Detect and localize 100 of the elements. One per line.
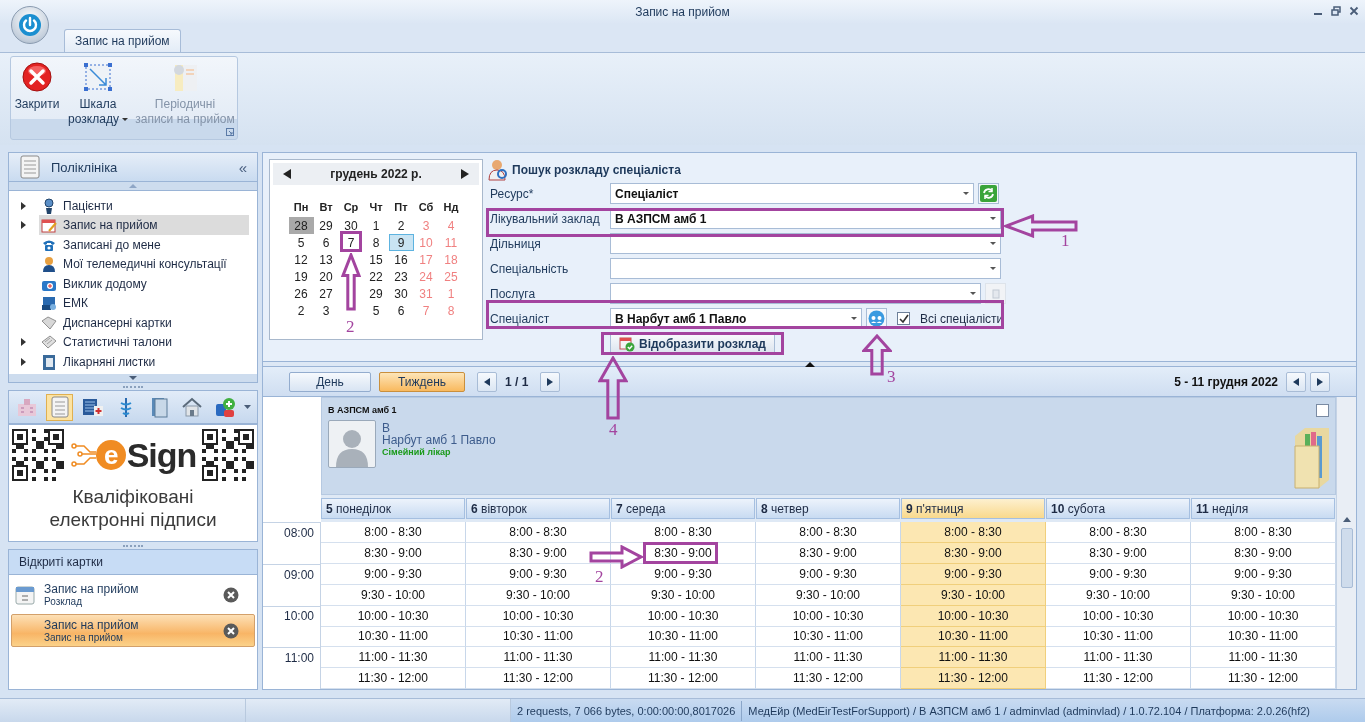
time-slot[interactable]: 10:00 - 10:30 [466, 605, 611, 627]
time-slot[interactable]: 11:30 - 12:00 [756, 668, 901, 690]
time-slot[interactable]: 11:00 - 11:30 [901, 647, 1046, 669]
dialog-launcher-icon[interactable] [226, 128, 234, 136]
calendar-day[interactable]: 6 [313, 234, 339, 251]
next-month-button[interactable] [459, 167, 471, 181]
time-slot[interactable]: 10:00 - 10:30 [901, 605, 1046, 627]
time-slot[interactable]: 8:00 - 8:30 [321, 522, 466, 544]
dropdown-caret-icon[interactable] [244, 405, 251, 409]
time-slot[interactable]: 9:00 - 9:30 [901, 564, 1046, 585]
expand-arrow-icon[interactable] [21, 221, 26, 230]
time-slot[interactable]: 9:30 - 10:00 [466, 584, 611, 606]
time-slot[interactable]: 10:00 - 10:30 [321, 605, 466, 627]
expand-arrow-icon[interactable] [21, 338, 26, 347]
power-button[interactable] [11, 6, 49, 44]
time-slot[interactable]: 11:00 - 11:30 [1046, 647, 1191, 669]
time-slot[interactable]: 10:00 - 10:30 [1046, 605, 1191, 627]
calendar-day[interactable]: 27 [313, 285, 339, 302]
time-slot[interactable]: 11:30 - 12:00 [901, 668, 1046, 690]
calendar-day[interactable]: 29 [313, 217, 339, 234]
previous-page-button[interactable] [477, 371, 497, 392]
calendar-day[interactable]: 2 [288, 302, 314, 319]
time-slot[interactable]: 8:00 - 8:30 [756, 522, 901, 544]
navigation-item[interactable]: Виклик додому [39, 273, 249, 294]
checkbox[interactable] [1316, 404, 1329, 417]
calendar-day[interactable]: 26 [288, 285, 314, 302]
time-slot[interactable]: 8:00 - 8:30 [901, 522, 1046, 544]
time-slot[interactable]: 9:00 - 9:30 [756, 564, 901, 585]
time-slot[interactable]: 8:30 - 9:00 [1046, 543, 1191, 564]
navigation-item[interactable]: Запис на прийом [39, 215, 249, 236]
calendar-day[interactable]: 15 [363, 251, 389, 268]
time-slot[interactable]: 10:30 - 11:00 [611, 626, 756, 648]
calendar-day[interactable]: 22 [363, 268, 389, 285]
time-slot[interactable]: 11:00 - 11:30 [1191, 647, 1336, 669]
time-slot[interactable]: 9:00 - 9:30 [1046, 564, 1191, 585]
dropdown-field[interactable] [610, 258, 1001, 279]
calendar-day[interactable]: 5 [363, 302, 389, 319]
time-slot[interactable]: 9:30 - 10:00 [1046, 584, 1191, 606]
calendar-day[interactable]: 16 [388, 251, 414, 268]
previous-week-button[interactable] [1286, 371, 1306, 392]
calendar-day[interactable]: 7 [338, 234, 364, 251]
expand-arrow-icon[interactable] [21, 201, 26, 210]
navigation-item[interactable]: Лікарняні листки [39, 351, 249, 372]
scrollbar-thumb[interactable] [1340, 528, 1353, 588]
close-button[interactable] [223, 622, 239, 639]
navigation-item[interactable]: Диспансерні картки [39, 312, 249, 333]
time-slot[interactable]: 10:30 - 11:00 [901, 626, 1046, 648]
time-slot[interactable]: 8:30 - 9:00 [466, 543, 611, 564]
calendar-day[interactable]: 5 [288, 234, 314, 251]
time-slot[interactable]: 8:30 - 9:00 [756, 543, 901, 564]
collapse-button[interactable]: « [238, 158, 247, 176]
dropdown-field[interactable] [610, 233, 1001, 254]
time-slot[interactable]: 11:30 - 12:00 [1191, 668, 1336, 690]
calendar-day[interactable]: 30 [338, 217, 364, 234]
calendar-day[interactable]: 13 [313, 251, 339, 268]
time-slot[interactable]: 11:00 - 11:30 [321, 647, 466, 669]
previous-month-button[interactable] [281, 167, 293, 181]
time-slot[interactable]: 8:30 - 9:00 [901, 543, 1046, 564]
checkbox[interactable] [897, 312, 910, 325]
navigation-item[interactable]: ЕМК [39, 293, 249, 314]
calendar-day[interactable]: 1 [363, 217, 389, 234]
time-slot[interactable]: 11:00 - 11:30 [756, 647, 901, 669]
scroll-up-icon[interactable] [1342, 517, 1351, 522]
time-slot[interactable]: 9:30 - 10:00 [901, 584, 1046, 606]
time-slot[interactable]: 9:00 - 9:30 [321, 564, 466, 585]
time-slot[interactable]: 10:00 - 10:30 [756, 605, 901, 627]
expand-arrow-icon[interactable] [21, 357, 26, 366]
calendar-day[interactable]: 19 [288, 268, 314, 285]
time-slot[interactable]: 11:30 - 12:00 [611, 668, 756, 690]
time-slot[interactable]: 10:30 - 11:00 [466, 626, 611, 648]
time-slot[interactable]: 9:30 - 10:00 [611, 584, 756, 606]
time-slot[interactable]: 9:00 - 9:30 [611, 564, 756, 585]
next-week-button[interactable] [1310, 371, 1330, 392]
time-slot[interactable]: 8:00 - 8:30 [611, 522, 756, 544]
dropdown-field[interactable] [610, 283, 981, 304]
dropdown-field[interactable]: Спеціаліст [610, 183, 974, 204]
time-slot[interactable]: 8:00 - 8:30 [466, 522, 611, 544]
restore-icon[interactable] [1331, 6, 1341, 16]
time-slot[interactable]: 8:00 - 8:30 [1191, 522, 1336, 544]
calendar-day[interactable]: 20 [313, 268, 339, 285]
time-slot[interactable]: 10:30 - 11:00 [756, 626, 901, 648]
time-slot[interactable]: 11:30 - 12:00 [321, 668, 466, 690]
time-slot[interactable]: 10:00 - 10:30 [611, 605, 756, 627]
calendar-day[interactable]: 12 [288, 251, 314, 268]
calendar-day[interactable]: 23 [388, 268, 414, 285]
calendar-day[interactable]: 29 [363, 285, 389, 302]
open-card[interactable]: Запис на прийом Запис на прийом [11, 614, 255, 647]
calendar-day[interactable]: 9 [388, 234, 414, 251]
scroll-down-icon[interactable] [129, 376, 137, 380]
time-slot[interactable]: 10:30 - 11:00 [1191, 626, 1336, 648]
calendar-day[interactable]: 2 [388, 217, 414, 234]
time-slot[interactable]: 8:30 - 9:00 [321, 543, 466, 564]
calendar-day[interactable]: 6 [388, 302, 414, 319]
calendar-day[interactable]: 30 [388, 285, 414, 302]
time-slot[interactable]: 10:30 - 11:00 [1046, 626, 1191, 648]
ribbon-tab[interactable]: Запис на прийом [64, 29, 181, 52]
time-slot[interactable]: 11:30 - 12:00 [1046, 668, 1191, 690]
time-slot[interactable]: 9:30 - 10:00 [756, 584, 901, 606]
calendar-day[interactable]: 28 [288, 217, 314, 234]
close-icon[interactable] [1349, 6, 1359, 16]
